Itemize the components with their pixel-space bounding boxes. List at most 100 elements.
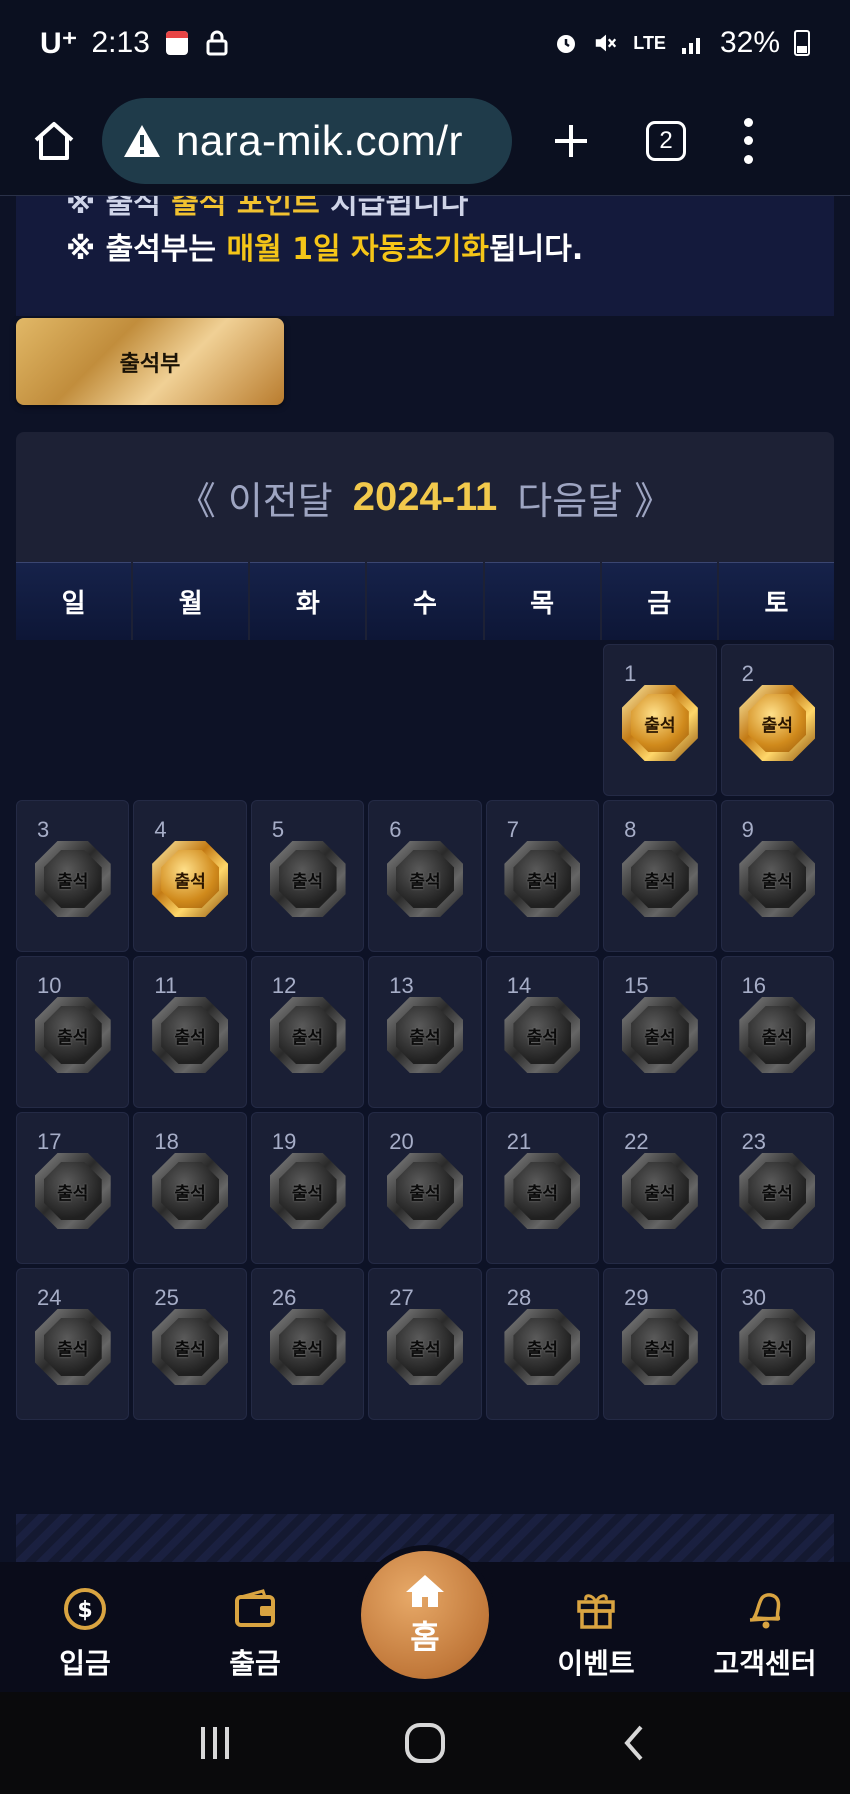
tab-switcher-button[interactable]: 2 [646, 120, 686, 161]
day-number: 16 [741, 973, 767, 998]
unattended-badge-icon: 출석 [34, 841, 111, 917]
day-cell[interactable]: 3 출석 [16, 800, 130, 952]
badge-label: 출석 [161, 1006, 220, 1064]
day-number: 27 [389, 1285, 414, 1310]
badge-label: 출석 [161, 850, 220, 908]
unattended-badge-icon: 출석 [504, 841, 581, 917]
badge-label: 출석 [513, 1162, 572, 1220]
day-number: 29 [624, 1285, 649, 1310]
day-number: 11 [154, 973, 178, 998]
back-icon[interactable] [605, 1713, 665, 1773]
url-text: nara-mik.com/r [176, 116, 464, 164]
weekday-4: 목 [484, 562, 600, 640]
day-cell[interactable]: 23 출석 [720, 1112, 834, 1264]
day-cell[interactable]: 19 출석 [250, 1112, 365, 1264]
day-cell[interactable]: 28 출석 [485, 1268, 600, 1420]
new-tab-button[interactable] [546, 116, 596, 166]
badge-label: 출석 [630, 694, 689, 752]
badge-label: 출석 [43, 850, 102, 908]
day-cell[interactable]: 8 출석 [603, 800, 717, 952]
attendance-button[interactable]: 출석부 [16, 318, 284, 405]
badge-label: 출석 [630, 1162, 689, 1220]
nav-event[interactable]: 이벤트 [531, 1562, 661, 1692]
next-month-link[interactable]: 다음달 》 [517, 470, 672, 525]
day-cell[interactable]: 24 출석 [16, 1268, 130, 1420]
day-cell[interactable]: 1 출석 [603, 644, 717, 796]
day-number: 18 [154, 1129, 179, 1154]
recent-apps-icon[interactable] [185, 1713, 245, 1773]
nav-support[interactable]: 고객센터 [700, 1562, 830, 1692]
notice-suffix: 됩니다. [489, 232, 584, 267]
bell-icon [742, 1586, 788, 1632]
battery-percent: 32% [719, 26, 780, 59]
day-cell[interactable]: 30 출석 [720, 1268, 834, 1420]
day-cell[interactable]: 10 출석 [16, 956, 130, 1108]
day-number: 2 [741, 661, 754, 686]
alarm-icon [553, 30, 579, 56]
day-number: 25 [154, 1285, 179, 1310]
day-number: 4 [154, 817, 167, 842]
browser-toolbar: nara-mik.com/r 2 [0, 86, 850, 196]
day-cell[interactable]: 15 출석 [603, 956, 717, 1108]
day-cell[interactable]: 21 출석 [485, 1112, 600, 1264]
unattended-badge-icon: 출석 [152, 1309, 229, 1385]
home-icon [406, 1575, 444, 1607]
unattended-badge-icon: 출석 [739, 841, 816, 917]
badge-label: 출석 [161, 1318, 220, 1376]
day-number: 20 [389, 1129, 414, 1154]
day-cell[interactable]: 5 출석 [250, 800, 365, 952]
day-number: 17 [37, 1129, 62, 1154]
day-number: 24 [37, 1285, 62, 1310]
day-cell[interactable]: 17 출석 [16, 1112, 130, 1264]
calendar-header: 《 이전달 2024-11 다음달 》 [16, 432, 834, 562]
day-cell[interactable]: 14 출석 [485, 956, 600, 1108]
day-cell[interactable]: 6 출석 [368, 800, 482, 952]
day-cell[interactable]: 13 출석 [368, 956, 482, 1108]
unattended-badge-icon: 출석 [152, 997, 229, 1073]
prev-month-link[interactable]: 《 이전달 [178, 470, 333, 525]
unattended-badge-icon: 출석 [504, 1309, 581, 1385]
day-cell[interactable]: 12 출석 [250, 956, 365, 1108]
warning-icon [124, 124, 160, 157]
day-cell[interactable]: 26 출석 [250, 1268, 365, 1420]
day-cell[interactable]: 16 출석 [720, 956, 834, 1108]
unattended-badge-icon: 출석 [621, 1309, 698, 1385]
day-cell[interactable]: 4 출석 [133, 800, 247, 952]
badge-label: 출석 [278, 1162, 337, 1220]
network-type: LTE [633, 32, 666, 53]
notice-prefix: ※ 출석부는 [66, 232, 227, 267]
address-bar[interactable]: nara-mik.com/r [102, 97, 512, 184]
day-cell[interactable]: 20 출석 [368, 1112, 482, 1264]
badge-label: 출석 [748, 694, 807, 752]
nav-withdraw[interactable]: 출금 [190, 1562, 320, 1692]
unattended-badge-icon: 출석 [269, 1153, 346, 1229]
notice-box: ※ 출석 출석 포인트 지급됩니다 ※ 출석부는 매월 1일 자동초기화됩니다. [16, 196, 834, 316]
battery-icon [794, 30, 810, 56]
day-cell[interactable]: 18 출석 [133, 1112, 247, 1264]
day-cell[interactable]: 25 출석 [133, 1268, 247, 1420]
system-home-icon[interactable] [395, 1713, 455, 1773]
notice-cut-highlight: 출석 포인트 [171, 196, 320, 221]
attended-badge-icon: 출석 [621, 685, 698, 761]
unattended-badge-icon: 출석 [386, 1153, 463, 1229]
day-cell[interactable]: 9 출석 [720, 800, 834, 952]
nav-home-button[interactable]: 홈 [361, 1551, 489, 1679]
day-cell[interactable]: 2 출석 [720, 644, 834, 796]
browser-menu-icon[interactable] [738, 117, 758, 164]
unattended-badge-icon: 출석 [386, 1309, 463, 1385]
day-cell[interactable]: 29 출석 [603, 1268, 717, 1420]
unattended-badge-icon: 출석 [621, 841, 698, 917]
day-cell[interactable]: 11 출석 [133, 956, 247, 1108]
unattended-badge-icon: 출석 [152, 1153, 229, 1229]
weekday-1: 월 [133, 562, 249, 640]
day-number: 9 [741, 817, 754, 842]
unattended-badge-icon: 출석 [504, 997, 581, 1073]
nav-deposit[interactable]: $ 입금 [20, 1562, 150, 1692]
attendance-calendar: 《 이전달 2024-11 다음달 》 일월화수목금토 1 출석 2 출석 3 출석 4 출석… [16, 432, 834, 1420]
day-cell[interactable]: 27 출석 [368, 1268, 482, 1420]
day-cell[interactable]: 7 출석 [485, 800, 600, 952]
badge-label: 출석 [278, 1006, 337, 1064]
badge-label: 출석 [513, 1318, 572, 1376]
day-cell[interactable]: 22 출석 [603, 1112, 717, 1264]
browser-home-icon[interactable] [30, 117, 78, 165]
